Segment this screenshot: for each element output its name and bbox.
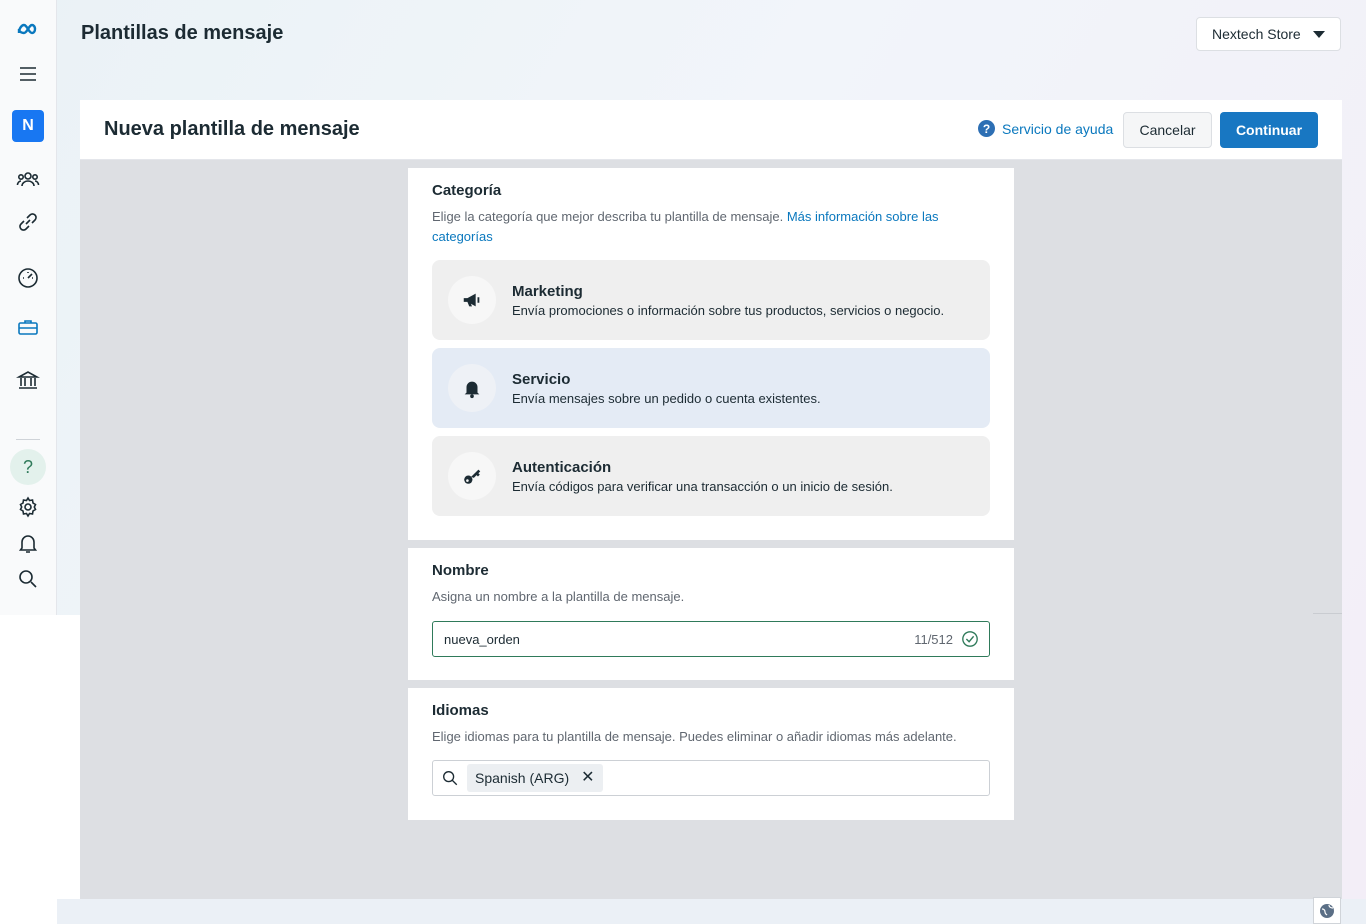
menu-icon[interactable] xyxy=(12,58,44,90)
category-option-description: Envía códigos para verificar una transac… xyxy=(512,478,893,494)
remove-language-icon[interactable]: ✕ xyxy=(581,770,594,786)
help-center-label: Servicio de ayuda xyxy=(1002,120,1114,137)
category-section: Categoría Elige la categoría que mejor d… xyxy=(408,168,1014,540)
language-search-field[interactable]: Spanish (ARG) ✕ xyxy=(432,760,990,796)
people-icon[interactable] xyxy=(12,163,44,195)
languages-section: Idiomas Elige idiomas para tu plantilla … xyxy=(408,688,1014,820)
cancel-button[interactable]: Cancelar xyxy=(1123,112,1212,148)
category-option-servicio[interactable]: Servicio Envía mensajes sobre un pedido … xyxy=(432,348,990,428)
toolbox-icon[interactable] xyxy=(12,311,44,343)
account-avatar[interactable]: N xyxy=(12,110,44,142)
caret-down-icon xyxy=(1313,30,1325,38)
category-description: Elige la categoría que mejor describa tu… xyxy=(432,207,990,247)
key-icon xyxy=(448,452,496,500)
template-name-value: nueva_orden xyxy=(444,631,520,647)
search-icon xyxy=(443,771,458,786)
character-counter: 11/512 xyxy=(914,631,953,647)
category-option-title: Servicio xyxy=(512,370,571,388)
question-icon: ? xyxy=(978,120,995,137)
template-name-field[interactable]: nueva_orden 11/512 xyxy=(432,621,990,657)
nav-divider xyxy=(16,439,40,440)
dashboard-gauge-icon[interactable] xyxy=(12,262,44,294)
left-blank-area xyxy=(0,615,80,924)
help-icon[interactable]: ? xyxy=(10,449,46,485)
notifications-bell-icon[interactable] xyxy=(12,527,44,559)
footer-strip xyxy=(57,899,1366,924)
language-chip: Spanish (ARG) ✕ xyxy=(467,764,603,792)
category-option-description: Envía mensajes sobre un pedido o cuenta … xyxy=(512,390,821,406)
category-option-title: Autenticación xyxy=(512,458,612,476)
meta-logo-icon[interactable] xyxy=(12,14,44,46)
page-title: Plantillas de mensaje xyxy=(81,22,284,44)
valid-check-icon xyxy=(962,631,978,647)
link-icon[interactable] xyxy=(12,206,44,238)
search-icon[interactable] xyxy=(12,563,44,595)
business-account-dropdown[interactable]: Nextech Store xyxy=(1196,17,1341,51)
category-description-text: Elige la categoría que mejor describa tu… xyxy=(432,209,784,224)
bell-icon xyxy=(448,364,496,412)
name-section: Nombre Asigna un nombre a la plantilla d… xyxy=(408,548,1014,680)
divider xyxy=(1313,613,1342,614)
bank-icon[interactable] xyxy=(12,364,44,396)
form-header: Nueva plantilla de mensaje ? Servicio de… xyxy=(80,100,1342,160)
category-option-title: Marketing xyxy=(512,282,583,300)
languages-title: Idiomas xyxy=(432,702,489,719)
category-option-marketing[interactable]: Marketing Envía promociones o informació… xyxy=(432,260,990,340)
help-center-link[interactable]: ? Servicio de ayuda xyxy=(978,120,1113,137)
languages-description: Elige idiomas para tu plantilla de mensa… xyxy=(432,729,957,744)
name-description: Asigna un nombre a la plantilla de mensa… xyxy=(432,589,685,604)
megaphone-icon xyxy=(448,276,496,324)
gear-icon[interactable] xyxy=(12,491,44,523)
category-option-description: Envía promociones o información sobre tu… xyxy=(512,302,945,318)
continue-button[interactable]: Continuar xyxy=(1220,112,1318,148)
language-chip-label: Spanish (ARG) xyxy=(475,770,570,786)
globe-icon[interactable] xyxy=(1313,897,1341,924)
form-heading: Nueva plantilla de mensaje xyxy=(104,118,360,140)
category-option-autenticacion[interactable]: Autenticación Envía códigos para verific… xyxy=(432,436,990,516)
name-title: Nombre xyxy=(432,562,489,579)
store-name: Nextech Store xyxy=(1212,26,1301,42)
category-title: Categoría xyxy=(432,182,502,199)
